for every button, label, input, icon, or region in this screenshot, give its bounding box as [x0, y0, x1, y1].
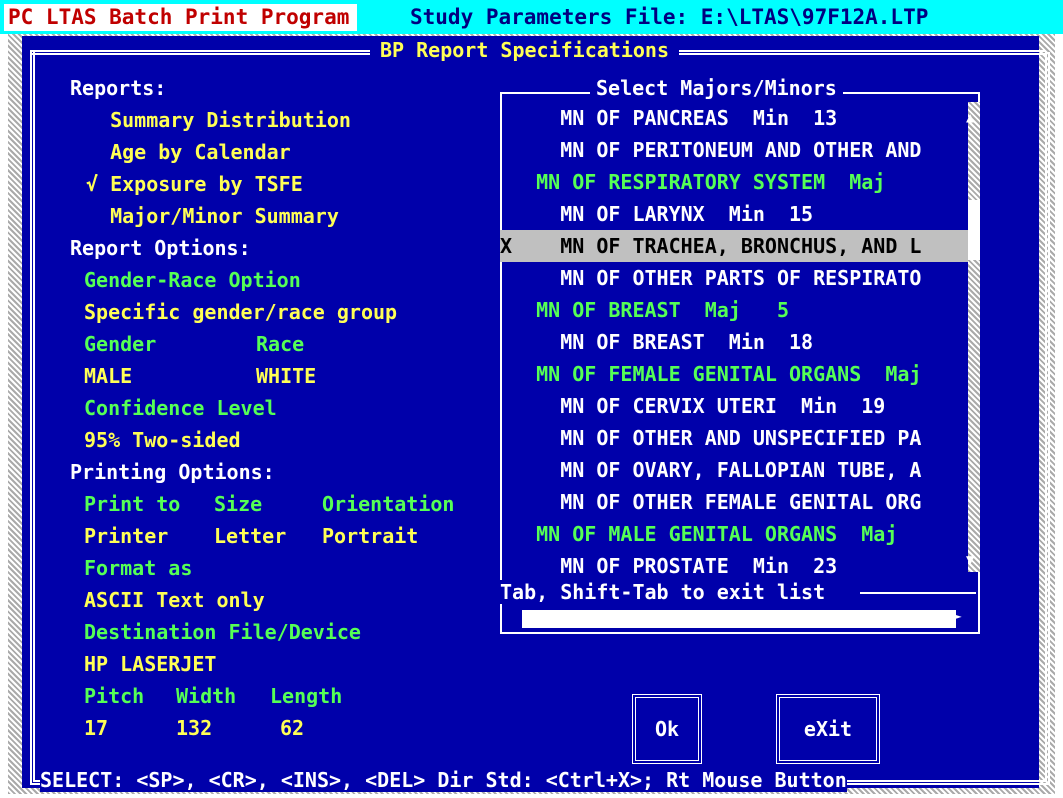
report-summary-distribution[interactable]: Summary Distribution: [86, 108, 351, 132]
status-line: SELECT: <SP>, <CR>, <INS>, <DEL> Dir Std…: [40, 768, 847, 792]
length-value[interactable]: 62: [280, 716, 304, 740]
width-value[interactable]: 132: [176, 716, 212, 740]
confidence-level-label: Confidence Level: [84, 396, 277, 420]
list-item-minor[interactable]: MN OF OVARY, FALLOPIAN TUBE, A: [500, 454, 968, 486]
format-value[interactable]: ASCII Text only: [84, 588, 265, 612]
destination-label: Destination File/Device: [84, 620, 361, 644]
pitch-value[interactable]: 17: [84, 716, 108, 740]
list-item-major[interactable]: MN OF MALE GENITAL ORGANS Maj: [500, 518, 968, 550]
ok-button[interactable]: Ok: [632, 694, 702, 764]
length-label: Length: [270, 684, 343, 708]
gender-race-option-value[interactable]: Specific gender/race group: [84, 300, 397, 324]
study-parameters-file: Study Parameters File: E:\LTAS\97F12A.LT…: [410, 5, 929, 29]
destination-value[interactable]: HP LASERJET: [84, 652, 216, 676]
list-item-minor[interactable]: MN OF OTHER FEMALE GENITAL ORG: [500, 486, 968, 518]
width-label: Width: [176, 684, 237, 708]
exit-button[interactable]: eXit: [776, 694, 880, 764]
list-item-minor[interactable]: MN OF PROSTATE Min 23: [500, 550, 968, 582]
list-item-minor[interactable]: MN OF CERVIX UTERI Min 19: [500, 390, 968, 422]
list-item-minor[interactable]: MN OF PANCREAS Min 13: [500, 102, 968, 134]
orientation-label: Orientation: [322, 492, 455, 516]
list-exit-hint: Tab, Shift-Tab to exit list: [500, 580, 826, 604]
title-bar: PC LTAS Batch Print Program Study Parame…: [0, 0, 1063, 34]
format-label: Format as: [84, 556, 193, 580]
print-to-value[interactable]: Printer: [84, 524, 168, 548]
list-item-selected[interactable]: X MN OF TRACHEA, BRONCHUS, AND L: [500, 230, 968, 262]
horizontal-scroll-thumb[interactable]: [522, 610, 956, 628]
confidence-level-value[interactable]: 95% Two-sided: [84, 428, 241, 452]
scroll-down-arrow-icon[interactable]: ▼: [966, 552, 974, 568]
dialog-title: BP Report Specifications: [370, 38, 679, 62]
report-options-heading: Report Options:: [70, 236, 251, 260]
race-value[interactable]: WHITE: [256, 364, 316, 388]
vertical-scroll-thumb[interactable]: [968, 200, 980, 260]
race-label: Race: [256, 332, 305, 356]
list-item-minor[interactable]: MN OF OTHER PARTS OF RESPIRATO: [500, 262, 968, 294]
report-major-minor-summary[interactable]: Major/Minor Summary: [86, 204, 339, 228]
orientation-value[interactable]: Portrait: [322, 524, 418, 548]
size-label: Size: [214, 492, 263, 516]
list-item-minor[interactable]: MN OF LARYNX Min 15: [500, 198, 968, 230]
reports-heading: Reports:: [70, 76, 167, 100]
report-age-by-calendar[interactable]: Age by Calendar: [86, 140, 291, 164]
list-item-minor[interactable]: MN OF OTHER AND UNSPECIFIED PA: [500, 422, 968, 454]
hint-divider: [860, 592, 976, 594]
list-item-major[interactable]: MN OF BREAST Maj 5: [500, 294, 968, 326]
app-title: PC LTAS Batch Print Program: [4, 4, 358, 31]
gender-value[interactable]: MALE: [84, 364, 132, 388]
scroll-up-arrow-icon[interactable]: ▲: [966, 110, 974, 126]
list-item-minor[interactable]: MN OF PERITONEUM AND OTHER AND: [500, 134, 968, 166]
list-items[interactable]: MN OF PANCREAS Min 13 MN OF PERITONEUM A…: [500, 102, 968, 582]
list-title: Select Majors/Minors: [590, 76, 843, 100]
vertical-scrollbar[interactable]: [968, 102, 980, 572]
gender-label: Gender: [84, 332, 157, 356]
list-item-minor[interactable]: MN OF BREAST Min 18: [500, 326, 968, 358]
gender-race-option-label: Gender-Race Option: [84, 268, 301, 292]
report-exposure-by-tsfe[interactable]: √ Exposure by TSFE: [86, 172, 303, 196]
print-to-label: Print to: [84, 492, 181, 516]
printing-options-heading: Printing Options:: [70, 460, 275, 484]
pitch-label: Pitch: [84, 684, 145, 708]
list-item-major[interactable]: MN OF RESPIRATORY SYSTEM Maj: [500, 166, 968, 198]
scroll-right-arrow-icon[interactable]: ►: [952, 606, 962, 625]
size-value[interactable]: Letter: [214, 524, 286, 548]
list-item-major[interactable]: MN OF FEMALE GENITAL ORGANS Maj: [500, 358, 968, 390]
